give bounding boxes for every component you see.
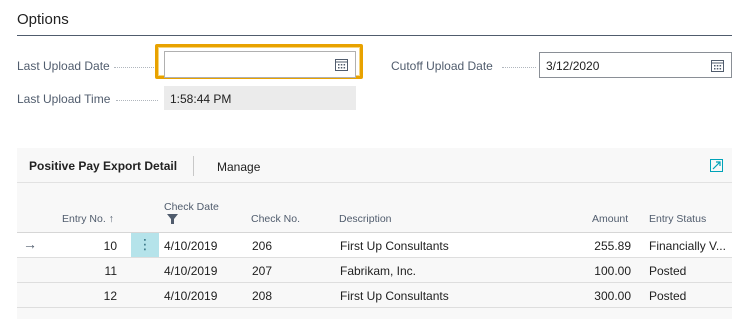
entry-status-cell: Financially V... — [649, 239, 726, 253]
check-date-cell: 4/10/2019 — [164, 264, 218, 278]
column-header-entry-status[interactable]: Entry Status — [649, 213, 706, 225]
description-cell[interactable]: First Up Consultants — [340, 239, 449, 253]
current-row-arrow-icon: → — [23, 236, 37, 252]
column-header-check-no[interactable]: Check No. — [251, 213, 300, 225]
options-section-title: Options — [17, 11, 69, 28]
amount-cell: 100.00 — [594, 264, 631, 278]
entry-status-cell: Posted — [649, 264, 687, 278]
last-upload-time-value: 1:58:44 PM — [164, 86, 356, 110]
amount-cell: 300.00 — [594, 289, 631, 303]
amount-cell: 255.89 — [594, 239, 631, 253]
check-no-cell: 207 — [252, 264, 273, 278]
field-leader — [116, 100, 158, 101]
table-row[interactable]: → 10 ⋮ 4/10/2019 206 First Up Consultant… — [17, 233, 732, 258]
cutoff-upload-date-input[interactable]: 3/12/2020 — [539, 52, 732, 78]
filter-icon[interactable] — [167, 214, 178, 224]
last-upload-date-input[interactable] — [164, 51, 356, 78]
cutoff-upload-date-label: Cutoff Upload Date — [391, 59, 493, 73]
expand-icon[interactable] — [710, 159, 723, 172]
manage-tab[interactable]: Manage — [217, 160, 260, 174]
entry-no-cell: 11 — [104, 264, 117, 278]
entry-no-cell: 10 — [103, 239, 117, 253]
field-leader — [502, 67, 536, 68]
check-no-cell: 206 — [252, 239, 273, 253]
last-upload-date-label: Last Upload Date — [17, 59, 110, 73]
check-date-cell: 4/10/2019 — [164, 239, 218, 253]
check-no-cell: 208 — [252, 289, 273, 303]
entry-no-cell: 12 — [103, 289, 117, 303]
column-header-check-date[interactable]: Check Date — [164, 201, 219, 213]
last-upload-time-label: Last Upload Time — [17, 92, 111, 106]
calendar-icon[interactable] — [335, 58, 348, 71]
description-cell[interactable]: Fabrikam, Inc. — [340, 264, 416, 278]
positive-pay-export-detail-part: Positive Pay Export Detail Manage Entry … — [17, 148, 732, 319]
check-date-cell: 4/10/2019 — [164, 289, 218, 303]
part-title[interactable]: Positive Pay Export Detail — [29, 159, 177, 173]
calendar-icon[interactable] — [711, 59, 724, 72]
table-row[interactable]: 12 4/10/2019 208 First Up Consultants 30… — [17, 283, 732, 308]
section-divider — [17, 35, 732, 36]
cutoff-upload-date-value: 3/12/2020 — [546, 59, 600, 73]
column-header-amount[interactable]: Amount — [592, 213, 628, 225]
table-row[interactable]: 11 4/10/2019 207 Fabrikam, Inc. 100.00 P… — [17, 258, 732, 283]
part-header: Positive Pay Export Detail Manage — [17, 148, 732, 183]
header-separator — [193, 156, 194, 176]
column-header-entry-no[interactable]: Entry No. ↑ — [62, 213, 114, 225]
column-header-description[interactable]: Description — [339, 213, 392, 225]
entry-status-cell: Posted — [649, 289, 687, 303]
description-cell[interactable]: First Up Consultants — [340, 289, 449, 303]
field-leader — [114, 67, 156, 68]
row-actions-button[interactable]: ⋮ — [131, 233, 159, 257]
